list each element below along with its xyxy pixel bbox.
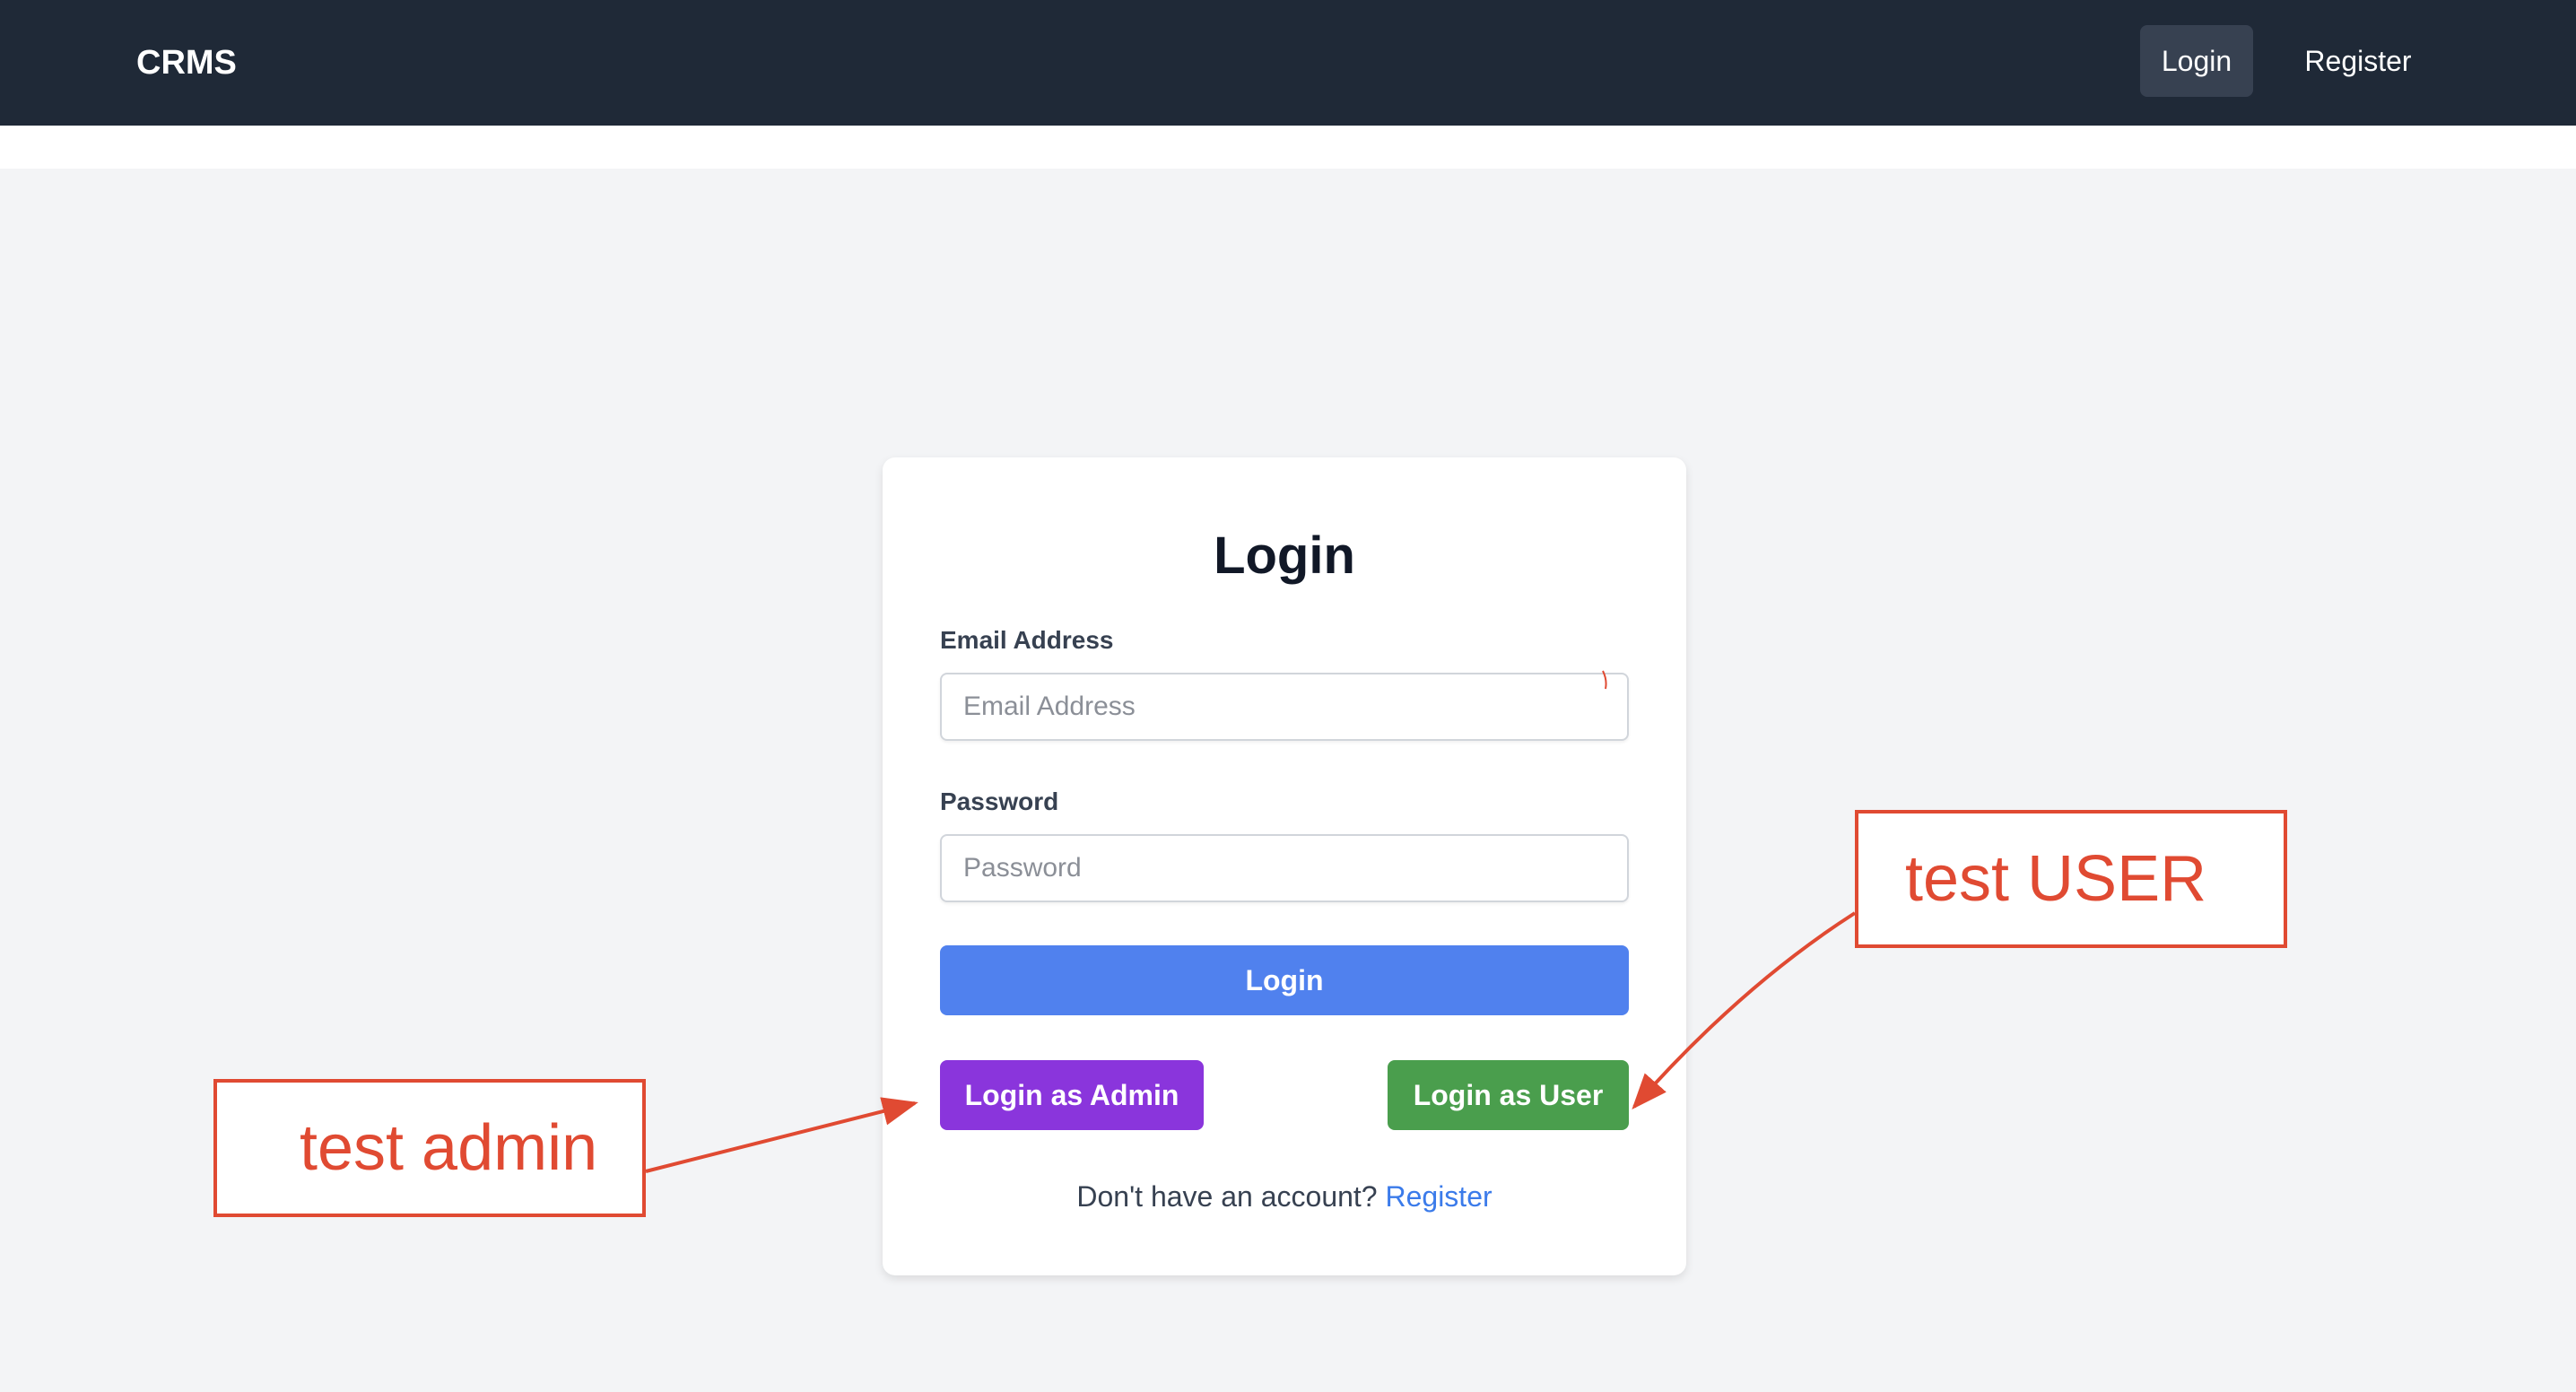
password-field[interactable] xyxy=(940,834,1629,902)
register-link[interactable]: Register xyxy=(1385,1180,1492,1213)
login-as-admin-button[interactable]: Login as Admin xyxy=(940,1060,1204,1130)
admin-annotation-arrow xyxy=(645,1097,918,1173)
nav-login-button[interactable]: Login xyxy=(2140,25,2253,97)
annotation-test-user: test USER xyxy=(1855,810,2287,948)
top-navbar: CRMS Login Register xyxy=(0,0,2576,126)
brand-logo[interactable]: CRMS xyxy=(136,38,237,88)
nav-register-button[interactable]: Register xyxy=(2285,25,2431,97)
login-card: Login Email Address Password Login Login… xyxy=(883,457,1686,1275)
email-label: Email Address xyxy=(940,626,1114,654)
annotation-test-admin: test admin xyxy=(213,1079,646,1217)
email-field[interactable] xyxy=(940,673,1629,741)
header-strip xyxy=(0,126,2576,169)
register-prompt-text: Don't have an account? xyxy=(1076,1180,1378,1213)
page-title: Login xyxy=(1214,526,1355,585)
login-button[interactable]: Login xyxy=(940,945,1629,1015)
login-as-user-button[interactable]: Login as User xyxy=(1388,1060,1629,1130)
register-prompt: Don't have an account? Register xyxy=(883,1175,1686,1218)
password-label: Password xyxy=(940,787,1059,815)
